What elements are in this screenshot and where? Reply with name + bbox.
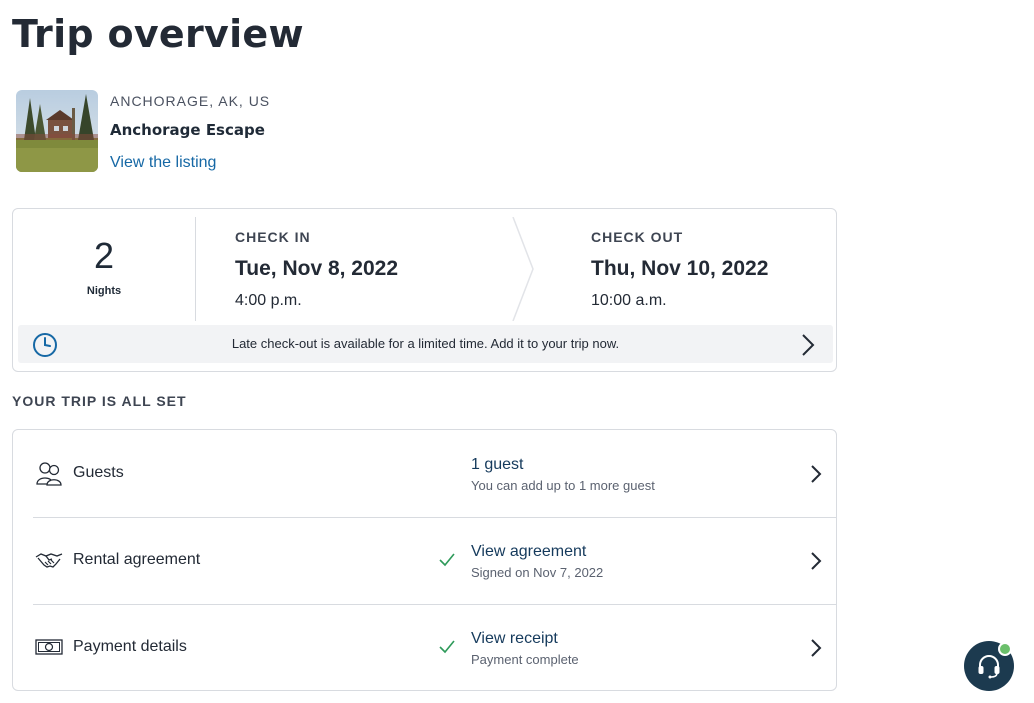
stay-dates-card: 2 Nights CHECK IN Tue, Nov 8, 2022 4:00 … — [12, 208, 837, 372]
view-agreement-link[interactable]: View agreement — [471, 543, 586, 561]
view-receipt-link[interactable]: View receipt — [471, 630, 558, 648]
checkmark-icon — [439, 640, 455, 654]
listing-summary: ANCHORAGE, AK, US Anchorage Escape View … — [16, 90, 270, 172]
payment-status: Payment complete — [471, 652, 579, 667]
trip-status-heading: YOUR TRIP IS ALL SET — [12, 393, 187, 409]
rental-agreement-label: Rental agreement — [73, 551, 201, 568]
check-out-time: 10:00 a.m. — [591, 292, 667, 309]
nights-summary: 2 Nights — [13, 217, 196, 321]
guests-label: Guests — [73, 464, 124, 481]
payment-details-row[interactable]: Payment details View receipt Payment com… — [13, 604, 836, 691]
check-in-time: 4:00 p.m. — [235, 292, 302, 309]
handshake-icon — [35, 553, 63, 568]
listing-location: ANCHORAGE, AK, US — [110, 93, 271, 109]
late-checkout-banner[interactable]: Late check-out is available for a limite… — [18, 325, 833, 363]
nights-count: 2 — [93, 235, 115, 276]
check-in-block: CHECK IN Tue, Nov 8, 2022 4:00 p.m. — [235, 229, 398, 311]
check-out-date: Thu, Nov 10, 2022 — [591, 257, 769, 280]
date-divider-chevron — [512, 217, 534, 321]
chevron-right-icon — [811, 465, 822, 483]
chevron-right-icon — [802, 334, 815, 356]
guests-count: 1 guest — [471, 456, 524, 473]
listing-thumbnail[interactable] — [16, 90, 98, 172]
checkmark-icon — [439, 553, 455, 567]
online-status-dot — [998, 642, 1012, 656]
late-checkout-text: Late check-out is available for a limite… — [231, 336, 620, 351]
page-title: Trip overview — [12, 12, 304, 56]
view-listing-link[interactable]: View the listing — [110, 153, 270, 173]
check-in-date: Tue, Nov 8, 2022 — [235, 257, 399, 280]
check-out-block: CHECK OUT Thu, Nov 10, 2022 10:00 a.m. — [591, 229, 768, 311]
guests-icon — [36, 462, 62, 486]
guests-note: You can add up to 1 more guest — [471, 478, 655, 493]
guests-row[interactable]: Guests 1 guest You can add up to 1 more … — [13, 430, 836, 517]
headset-icon — [978, 655, 1000, 679]
rental-agreement-row[interactable]: Rental agreement View agreement Signed o… — [13, 517, 836, 604]
chevron-right-icon — [811, 639, 822, 657]
payment-details-label: Payment details — [73, 638, 187, 655]
listing-name: Anchorage Escape — [110, 121, 265, 139]
check-in-label: CHECK IN — [235, 229, 311, 245]
chevron-right-icon — [811, 552, 822, 570]
agreement-signed-date: Signed on Nov 7, 2022 — [471, 565, 604, 580]
trip-summary-card: Guests 1 guest You can add up to 1 more … — [12, 429, 837, 691]
payment-icon — [35, 639, 63, 655]
check-out-label: CHECK OUT — [591, 229, 684, 245]
nights-label: Nights — [86, 285, 122, 297]
